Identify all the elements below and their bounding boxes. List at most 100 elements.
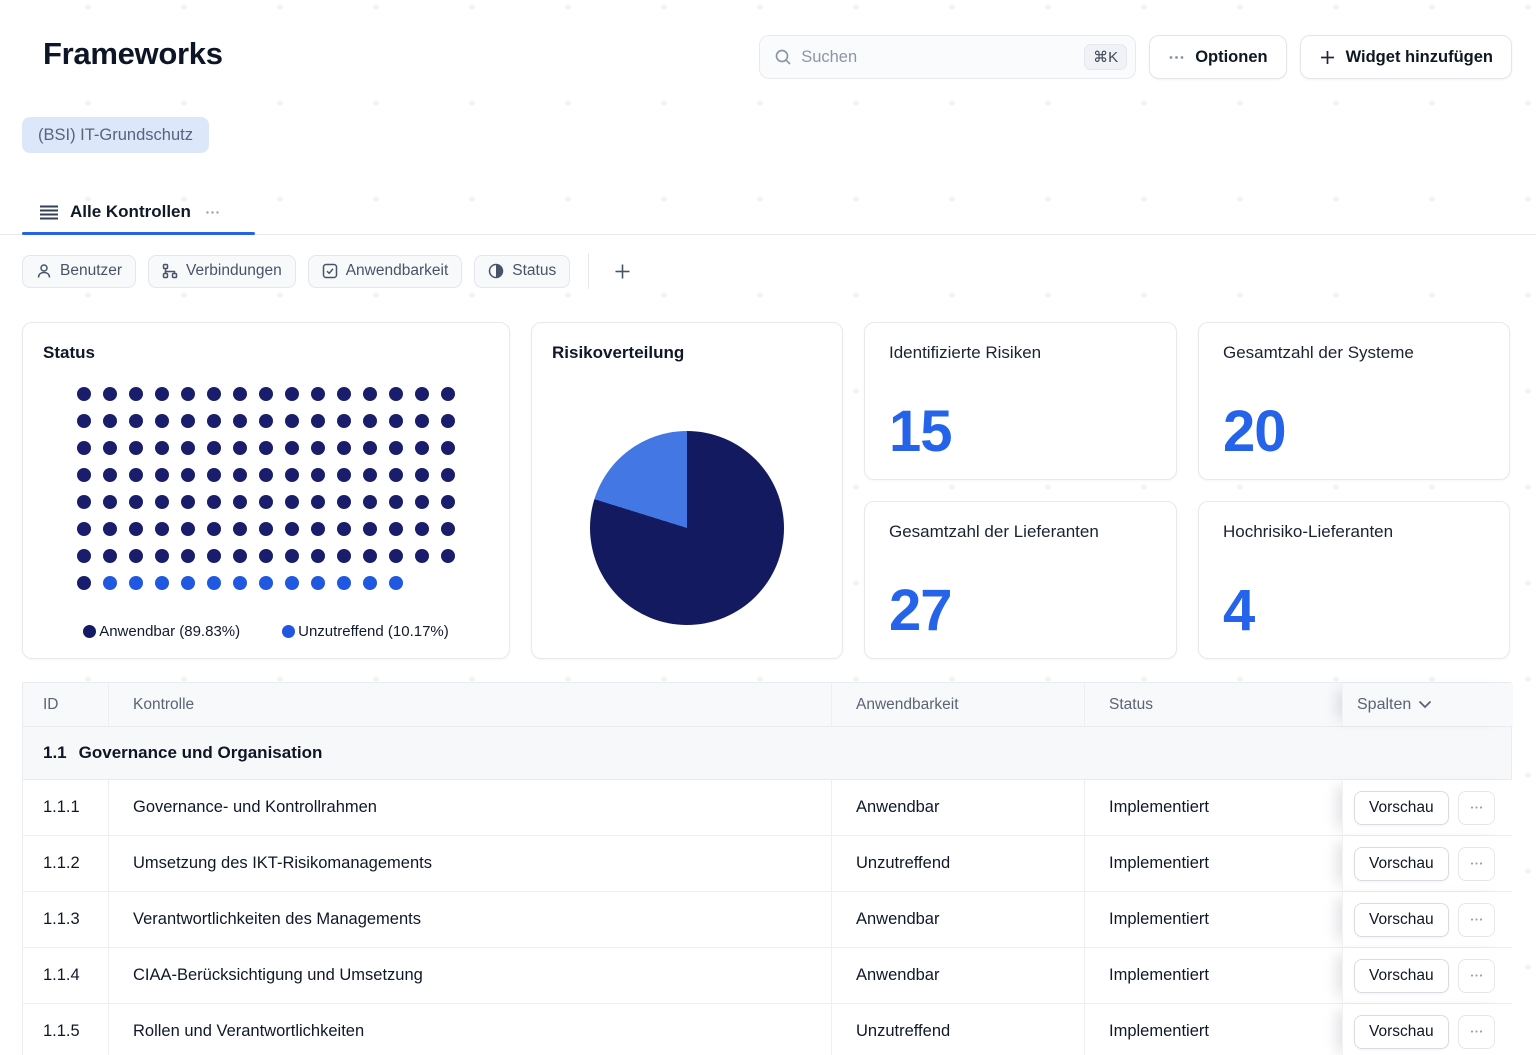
status-dot — [77, 387, 91, 401]
row-kontrolle-cell: Governance- und Kontrollrahmen — [109, 780, 832, 835]
status-dot — [103, 441, 117, 455]
add-filter-button[interactable] — [607, 256, 637, 286]
filter-anwendbarkeit[interactable]: Anwendbarkeit — [308, 255, 463, 288]
row-action-cell: Vorschau — [1342, 948, 1513, 1003]
status-dot — [233, 414, 247, 428]
risk-distribution-widget: Risikoverteilung — [531, 322, 843, 659]
status-dot — [441, 522, 455, 536]
status-dot — [363, 549, 377, 563]
table-section-row: 1.1 Governance und Organisation — [23, 727, 1511, 780]
options-button[interactable]: Optionen — [1149, 35, 1286, 79]
search-icon — [774, 48, 792, 66]
status-dot — [103, 549, 117, 563]
columns-menu-button[interactable]: Spalten — [1342, 683, 1513, 726]
tab-alle-kontrollen[interactable]: Alle Kontrollen — [22, 192, 236, 232]
row-status-cell: Implementiert — [1085, 948, 1342, 1003]
status-dot — [389, 522, 403, 536]
row-more-button[interactable] — [1458, 847, 1495, 881]
status-dot-grid — [77, 387, 455, 590]
preview-button[interactable]: Vorschau — [1354, 903, 1449, 937]
status-dot — [363, 441, 377, 455]
status-dot — [285, 441, 299, 455]
status-dot — [77, 441, 91, 455]
stat-title: Hochrisiko-Lieferanten — [1223, 522, 1485, 542]
status-dot — [207, 414, 221, 428]
status-dot — [129, 576, 143, 590]
row-id-cell: 1.1.3 — [23, 892, 109, 947]
row-kontrolle-cell: Verantwortlichkeiten des Managements — [109, 892, 832, 947]
preview-button[interactable]: Vorschau — [1354, 959, 1449, 993]
legend-item-anwendbar: Anwendbar (89.83%) — [83, 623, 240, 640]
search-box[interactable]: ⌘K — [759, 35, 1136, 79]
status-dot — [441, 549, 455, 563]
risk-pie-chart — [590, 431, 784, 625]
status-dot — [363, 468, 377, 482]
add-widget-button[interactable]: Widget hinzufügen — [1300, 35, 1512, 79]
status-dot — [415, 522, 429, 536]
row-more-button[interactable] — [1458, 791, 1495, 825]
status-dot — [389, 468, 403, 482]
filter-verbindungen[interactable]: Verbindungen — [148, 255, 296, 288]
status-dot — [441, 495, 455, 509]
status-dot — [103, 495, 117, 509]
filter-benutzer[interactable]: Benutzer — [22, 255, 136, 288]
stat-card-identifizierte-risiken: Identifizierte Risiken 15 — [864, 322, 1177, 480]
row-anwendbarkeit-cell: Unzutreffend — [832, 1004, 1085, 1055]
status-dot — [155, 387, 169, 401]
filter-status[interactable]: Status — [474, 255, 570, 288]
table-row[interactable]: 1.1.4 CIAA-Berücksichtigung und Umsetzun… — [23, 948, 1511, 1004]
status-dot — [285, 522, 299, 536]
table-row[interactable]: 1.1.3 Verantwortlichkeiten des Managemen… — [23, 892, 1511, 948]
stat-value: 20 — [1223, 403, 1485, 461]
section-title: Governance und Organisation — [79, 743, 323, 763]
status-dot — [207, 441, 221, 455]
status-dot — [207, 468, 221, 482]
user-icon — [36, 263, 52, 279]
preview-button[interactable]: Vorschau — [1354, 1015, 1449, 1049]
table-row[interactable]: 1.1.5 Rollen und Verantwortlichkeiten Un… — [23, 1004, 1511, 1055]
col-header-kontrolle: Kontrolle — [109, 683, 832, 726]
table-row[interactable]: 1.1.2 Umsetzung des IKT-Risikomanagement… — [23, 836, 1511, 892]
add-widget-button-label: Widget hinzufügen — [1346, 48, 1493, 67]
status-dot — [389, 495, 403, 509]
row-more-button[interactable] — [1458, 1015, 1495, 1049]
status-dot — [259, 441, 273, 455]
row-action-cell: Vorschau — [1342, 780, 1513, 835]
row-anwendbarkeit-cell: Anwendbar — [832, 892, 1085, 947]
status-dot — [415, 468, 429, 482]
table-row[interactable]: 1.1.1 Governance- und Kontrollrahmen Anw… — [23, 780, 1511, 836]
status-dot — [155, 495, 169, 509]
row-more-button[interactable] — [1458, 959, 1495, 993]
preview-button[interactable]: Vorschau — [1354, 791, 1449, 825]
status-widget: Status Anwendbar (89.83%) Unzutreffend (… — [22, 322, 510, 659]
status-dot — [389, 576, 403, 590]
status-dot — [129, 522, 143, 536]
status-dot — [259, 468, 273, 482]
status-dot — [129, 414, 143, 428]
row-more-button[interactable] — [1458, 903, 1495, 937]
status-dot — [259, 387, 273, 401]
risk-widget-title: Risikoverteilung — [552, 343, 822, 363]
status-dot — [155, 522, 169, 536]
status-dot — [155, 576, 169, 590]
status-dot — [363, 522, 377, 536]
status-dot — [337, 495, 351, 509]
search-input[interactable] — [801, 48, 1075, 67]
search-shortcut-badge: ⌘K — [1084, 44, 1127, 70]
filter-label: Verbindungen — [186, 262, 282, 280]
col-header-status: Status — [1085, 683, 1342, 726]
tab-menu-button[interactable] — [203, 203, 222, 222]
checkbox-icon — [322, 263, 338, 279]
status-dot — [337, 549, 351, 563]
status-dot — [311, 522, 325, 536]
status-dot — [103, 387, 117, 401]
table-header: ID Kontrolle Anwendbarkeit Status Spalte… — [23, 683, 1511, 727]
filter-divider — [588, 253, 589, 289]
row-kontrolle-cell: CIAA-Berücksichtigung und Umsetzung — [109, 948, 832, 1003]
status-dot — [441, 468, 455, 482]
status-dot — [207, 522, 221, 536]
options-button-label: Optionen — [1195, 48, 1267, 67]
status-dot — [77, 522, 91, 536]
status-dot — [77, 468, 91, 482]
preview-button[interactable]: Vorschau — [1354, 847, 1449, 881]
